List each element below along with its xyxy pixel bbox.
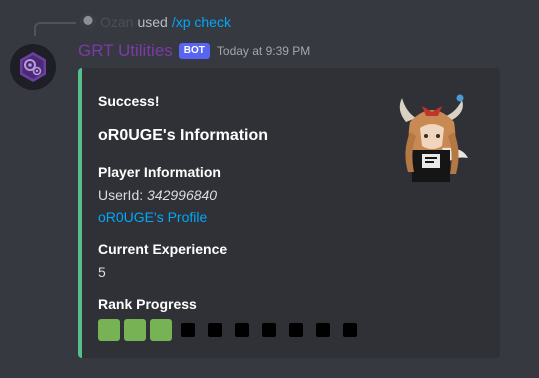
reply-used-text: used — [137, 14, 168, 30]
progress-segment-empty — [262, 323, 276, 337]
field-player-information-name: Player Information — [98, 164, 221, 180]
rank-progress-bar — [98, 319, 370, 341]
progress-segment-filled — [124, 319, 146, 341]
thumbnail-image[interactable] — [392, 92, 472, 184]
field-current-experience-value: 5 — [98, 264, 106, 280]
bot-avatar[interactable] — [10, 44, 56, 90]
bot-tag-badge: BOT — [178, 43, 210, 59]
progress-segment-filled — [150, 319, 172, 341]
progress-segment-empty — [208, 323, 222, 337]
progress-segment-empty — [316, 323, 330, 337]
field-current-experience-name: Current Experience — [98, 241, 228, 257]
field-userid: UserId: 342996840 — [98, 187, 217, 203]
userid-label: UserId: — [98, 187, 144, 203]
progress-segment-empty — [343, 323, 357, 337]
progress-segment-empty — [289, 323, 303, 337]
progress-segment-empty — [181, 323, 195, 337]
embed-card: Success! oR0UGE's Information Player Inf… — [78, 68, 500, 358]
message-header: GRT Utilities BOT Today at 9:39 PM — [78, 41, 310, 61]
embed-title: oR0UGE's Information — [98, 127, 269, 144]
profile-link[interactable]: oR0UGE's Profile — [98, 209, 207, 225]
progress-segment-filled — [98, 319, 120, 341]
embed-author: Success! — [98, 93, 160, 109]
progress-segment-empty — [235, 323, 249, 337]
message-timestamp[interactable]: Today at 9:39 PM — [217, 44, 310, 58]
gear-hexagon-icon — [20, 52, 46, 82]
reply-avatar[interactable] — [80, 14, 96, 30]
reply-username[interactable]: Ozan — [100, 14, 133, 30]
reply-connector — [34, 22, 76, 36]
userid-value: 342996840 — [147, 187, 218, 203]
bot-username[interactable]: GRT Utilities — [78, 41, 173, 61]
field-rank-progress-name: Rank Progress — [98, 296, 197, 312]
reply-command[interactable]: /xp check — [172, 14, 231, 30]
reply-reference[interactable]: Ozan used /xp check — [80, 14, 231, 30]
